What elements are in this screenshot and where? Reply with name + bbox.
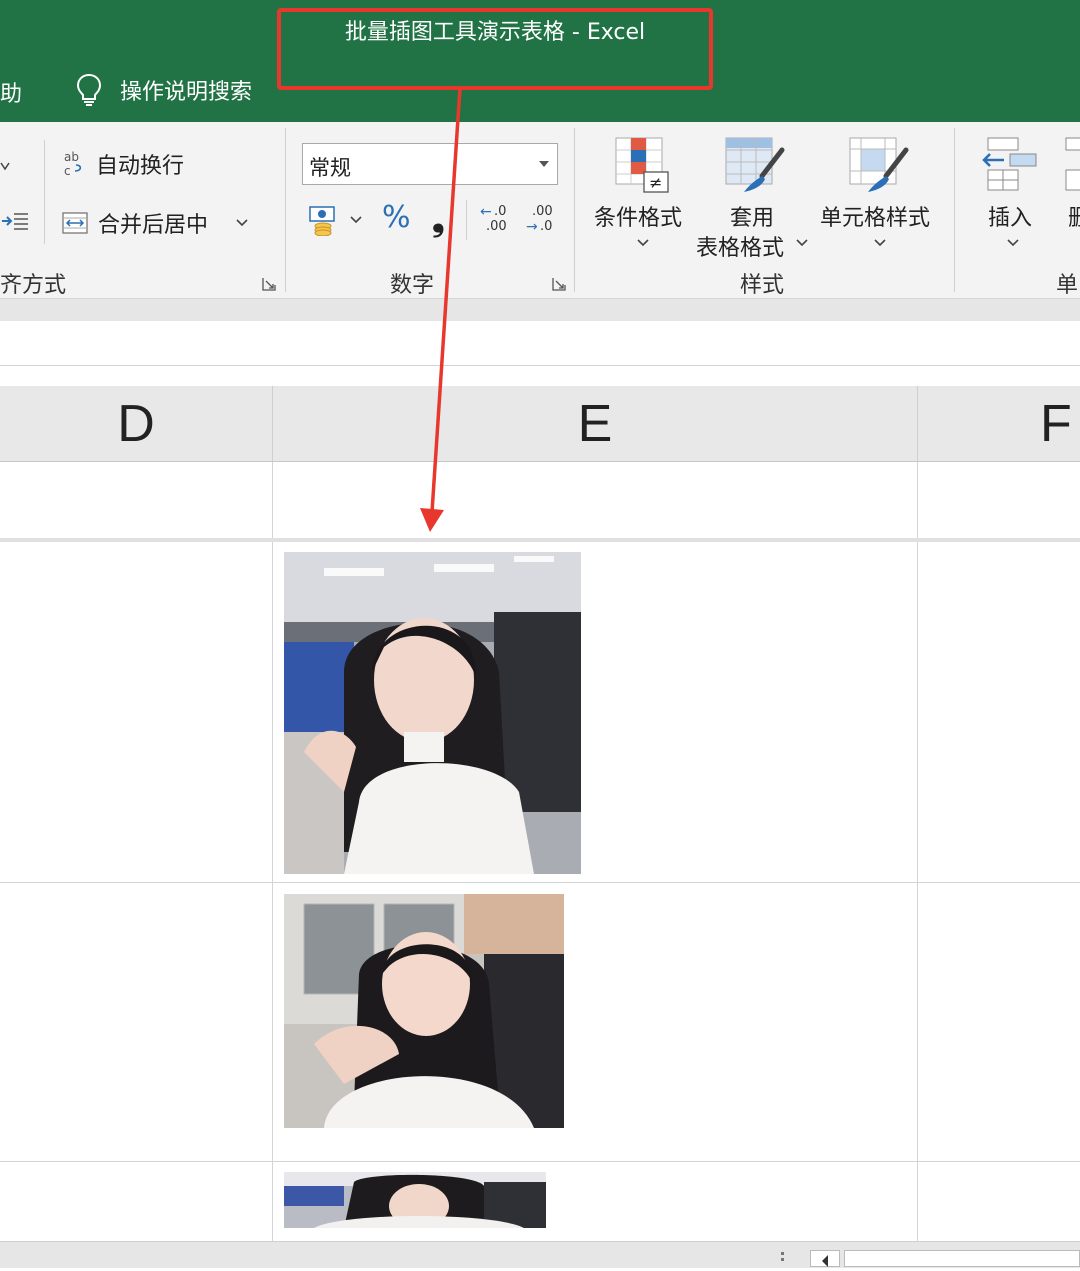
- insert-cells-button[interactable]: 插入: [978, 134, 1048, 254]
- column-header-f[interactable]: F: [1040, 386, 1080, 461]
- format-as-table-label-1: 套用: [730, 206, 775, 231]
- gridline: [917, 462, 918, 1242]
- cell-d-row1[interactable]: [0, 462, 272, 538]
- wrap-text-icon: ab c: [64, 150, 82, 178]
- gridline: [0, 882, 1080, 883]
- orientation-dropdown-icon[interactable]: [0, 158, 10, 177]
- merge-center-icon: [62, 212, 88, 234]
- spacer: [0, 366, 1080, 386]
- column-header-e[interactable]: E: [273, 386, 917, 461]
- inserted-photo-2[interactable]: [284, 894, 564, 1128]
- chevron-down-icon: [1007, 239, 1019, 247]
- column-headers: D E F: [0, 386, 1080, 462]
- increase-decimal-bottom: .00: [486, 219, 507, 234]
- cell-e-row1[interactable]: [273, 462, 917, 538]
- gridline: [0, 538, 1080, 542]
- wrap-text-button[interactable]: ab c 自动换行: [62, 148, 184, 180]
- separator: [44, 140, 45, 244]
- chevron-down-icon: [874, 239, 886, 247]
- delete-cells-icon: [1065, 137, 1080, 191]
- comma-style-button[interactable]: ❟: [432, 200, 445, 239]
- scroll-left-button[interactable]: [810, 1250, 840, 1267]
- delete-cells-label: 删: [1068, 206, 1080, 231]
- formula-bar[interactable]: [0, 321, 1080, 366]
- insert-cells-icon: [982, 137, 1037, 191]
- merge-center-label: 合并后居中: [98, 213, 209, 238]
- cell-styles-button[interactable]: 单元格样式: [816, 134, 940, 254]
- chevron-down-icon: [637, 239, 649, 247]
- triangle-left-icon: [822, 1255, 828, 1267]
- format-as-table-button[interactable]: 套用 表格格式: [692, 134, 812, 261]
- styles-group-label: 样式: [740, 273, 785, 298]
- decrease-decimal-top: .00: [532, 204, 553, 219]
- column-separator[interactable]: [917, 386, 918, 461]
- separator: [574, 128, 575, 292]
- svg-text:≠: ≠: [649, 173, 662, 192]
- horizontal-scrollbar[interactable]: [844, 1250, 1080, 1267]
- inserted-photo-1[interactable]: [284, 552, 581, 874]
- gridline: [0, 1161, 1080, 1162]
- chevron-down-icon[interactable]: [350, 215, 362, 225]
- gridline: [272, 462, 273, 1242]
- increase-decimal-top: .0: [494, 204, 507, 219]
- accounting-format-icon: [309, 206, 335, 236]
- chevron-down-icon: [539, 161, 549, 167]
- tell-me-search[interactable]: 操作说明搜索: [76, 72, 252, 108]
- chevron-down-icon: [796, 239, 808, 247]
- decrease-decimal-bottom: .0: [540, 219, 553, 234]
- insert-cells-label: 插入: [988, 206, 1033, 231]
- separator: [466, 200, 467, 240]
- ribbon-divider: [0, 299, 1080, 321]
- photo-portrait-image: [284, 1172, 546, 1228]
- separator: [954, 128, 955, 292]
- conditional-formatting-label: 条件格式: [594, 206, 683, 231]
- number-launcher-icon[interactable]: [552, 276, 566, 295]
- separator: [285, 128, 286, 292]
- increase-indent-icon[interactable]: [0, 210, 30, 238]
- accounting-format-button[interactable]: [308, 204, 362, 236]
- conditional-formatting-icon: ≠: [615, 137, 669, 193]
- title-highlight-box: [277, 8, 713, 90]
- wrap-text-label: 自动换行: [96, 154, 185, 179]
- cell-styles-icon: [849, 137, 909, 192]
- number-group-label: 数字: [390, 273, 435, 298]
- column-header-d[interactable]: D: [0, 386, 272, 461]
- delete-cells-button[interactable]: 删: [1064, 134, 1080, 254]
- number-format-value: 常规: [309, 156, 351, 180]
- number-format-dropdown[interactable]: 常规: [302, 143, 558, 185]
- splitter-handle[interactable]: [781, 1252, 785, 1266]
- photo-portrait-image: [284, 894, 564, 1128]
- cell-styles-label: 单元格样式: [820, 206, 931, 231]
- alignment-group-label: 齐方式: [0, 273, 67, 298]
- conditional-formatting-button[interactable]: ≠ 条件格式: [590, 134, 694, 254]
- tab-help[interactable]: 助: [0, 76, 22, 108]
- alignment-launcher-icon[interactable]: [262, 276, 276, 295]
- lightbulb-icon: [76, 73, 102, 106]
- merge-center-button[interactable]: 合并后居中: [62, 207, 248, 239]
- format-as-table-icon: [725, 137, 785, 192]
- inserted-photo-3[interactable]: [284, 1172, 546, 1228]
- chevron-down-icon[interactable]: [236, 218, 248, 228]
- svg-text:c: c: [64, 164, 71, 178]
- decrease-decimal-arrow-icon: →: [526, 219, 538, 235]
- percent-style-button[interactable]: %: [382, 200, 411, 235]
- svg-text:ab: ab: [64, 150, 79, 164]
- format-as-table-label-2: 表格格式: [696, 236, 785, 261]
- increase-decimal-arrow-icon: ←: [480, 204, 492, 220]
- photo-portrait-image: [284, 552, 581, 874]
- tell-me-label: 操作说明搜索: [120, 80, 253, 105]
- cells-group-label: 单: [1056, 273, 1079, 298]
- decrease-decimal-button[interactable]: .00 → .0: [526, 204, 558, 238]
- increase-decimal-button[interactable]: ← .0 .00: [480, 204, 510, 238]
